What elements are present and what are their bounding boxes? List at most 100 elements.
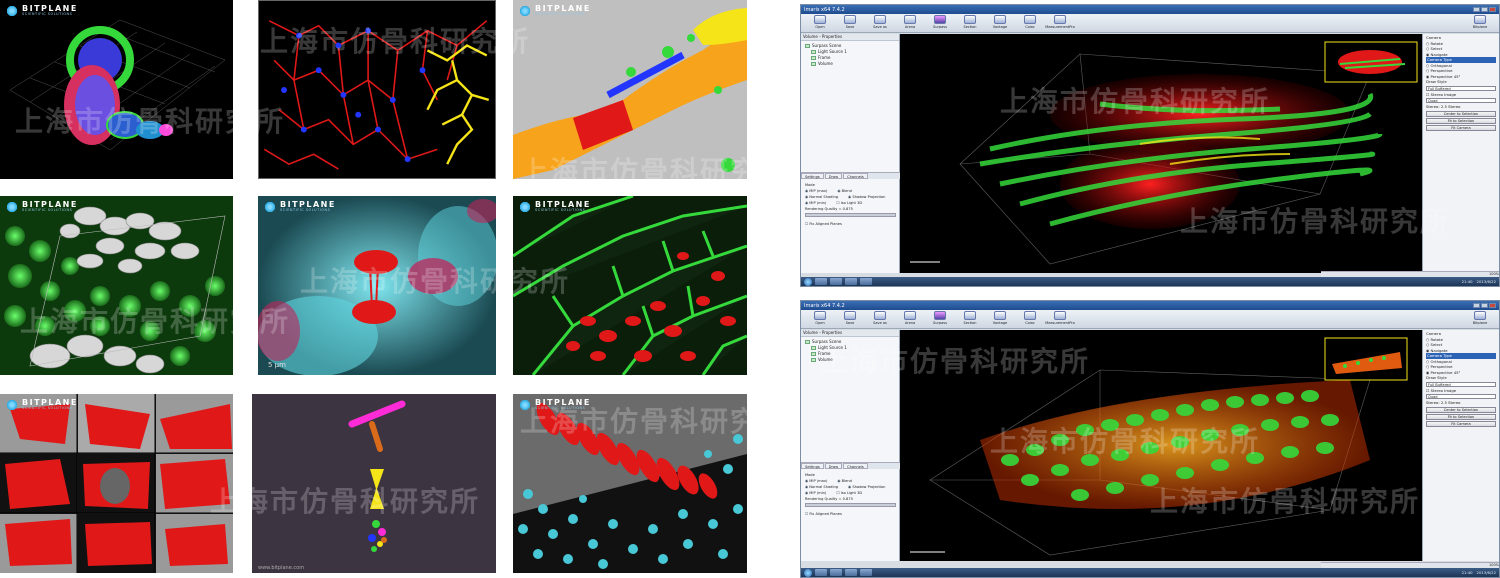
windows-taskbar: 21:40 2013/6/22 — [801, 277, 1499, 286]
arena-icon — [904, 311, 916, 320]
bitplane-button[interactable]: Bitplane — [1467, 15, 1493, 32]
maximize-button[interactable] — [1481, 7, 1488, 12]
bitplane-button[interactable]: Bitplane — [1467, 311, 1493, 328]
surpass-button[interactable]: Surpass — [927, 311, 953, 328]
arena-icon — [904, 15, 916, 24]
taskbar-app-icon[interactable] — [845, 569, 857, 576]
section-button[interactable]: Section — [957, 311, 983, 328]
save-as-button[interactable]: Save as — [867, 15, 893, 32]
tab-channels[interactable]: Channels — [843, 463, 868, 469]
fit-to-selection-button[interactable]: Fit to Selection — [1426, 413, 1496, 420]
brand-tagline: SCIENTIFIC SOLUTIONS — [535, 208, 586, 213]
bitplane-logo: BITPLANE SCIENTIFIC SOLUTIONS — [519, 201, 591, 213]
tab-draw[interactable]: Draw — [824, 173, 843, 179]
taskbar-app-icon[interactable] — [860, 278, 872, 285]
render-viewport[interactable] — [900, 330, 1422, 561]
arena-button[interactable]: Arena — [897, 311, 923, 328]
vantage-button[interactable]: Vantage — [987, 15, 1013, 32]
taskbar-app-icon[interactable] — [830, 569, 842, 576]
minimize-button[interactable] — [1473, 303, 1480, 308]
tree-item-volume[interactable]: Volume — [805, 61, 895, 67]
tree-item-volume[interactable]: Volume — [805, 357, 895, 363]
volume-render — [910, 41, 1418, 265]
draw-style-select[interactable]: Full Buffered — [1426, 381, 1496, 387]
gallery-tile-nuclei-cyan: BITPLANE SCIENTIFIC SOLUTIONS — [513, 394, 747, 573]
tab-draw[interactable]: Draw — [824, 463, 843, 469]
fix-aligned-planes-checkbox[interactable]: Fix Aligned Planes — [805, 221, 896, 227]
fit-camera-button[interactable]: Fit Camera — [1426, 124, 1496, 131]
stereo-select[interactable]: Quad — [1426, 98, 1496, 103]
bitplane-logo-icon — [6, 399, 18, 411]
coloc-button[interactable]: Coloc — [1017, 15, 1043, 32]
fit-to-selection-button[interactable]: Fit to Selection — [1426, 117, 1496, 124]
start-button[interactable] — [804, 568, 812, 577]
scene-panel: Volume - Properties Surpass Scene Light … — [801, 34, 900, 273]
section-button[interactable]: Section — [957, 15, 983, 32]
stereo-select[interactable]: Quad — [1426, 394, 1496, 399]
window-title: Imaris x64 7.4.2 — [804, 6, 845, 13]
render-viewport[interactable] — [900, 34, 1422, 273]
taskbar-app-icon[interactable] — [830, 278, 842, 285]
taskbar-app-icon[interactable] — [815, 278, 827, 285]
folder-icon — [814, 311, 826, 320]
cell-division-render — [258, 196, 496, 375]
tile-corner-caption: www.bitplane.com — [258, 565, 305, 571]
draw-style-select[interactable]: Full Buffered — [1426, 85, 1496, 91]
coloc-button[interactable]: Coloc — [1017, 311, 1043, 328]
save-as-button[interactable]: Save as — [867, 311, 893, 328]
tab-channels[interactable]: Channels — [843, 173, 868, 179]
arena-button[interactable]: Arena — [897, 15, 923, 32]
taskbar-app-icon[interactable] — [845, 278, 857, 285]
tab-settings[interactable]: Settings — [801, 463, 824, 469]
taskbar-app-icon[interactable] — [815, 569, 827, 576]
save-button[interactable]: Save — [837, 15, 863, 32]
measurementpro-button[interactable]: MeasurementPro — [1045, 311, 1075, 328]
save-button[interactable]: Save — [837, 311, 863, 328]
camera-panel: Camera Rotate Select Navigate Camera Typ… — [1422, 34, 1499, 273]
surpass-icon — [934, 311, 946, 320]
close-button[interactable] — [1489, 303, 1496, 308]
bitplane-icon — [1474, 311, 1486, 320]
fit-camera-button[interactable]: Fit Camera — [1426, 420, 1496, 427]
open-button[interactable]: Open — [807, 15, 833, 32]
volume-render — [910, 337, 1408, 556]
quality-slider[interactable] — [805, 213, 896, 217]
maximize-button[interactable] — [1481, 303, 1488, 308]
gallery-tile-filament-network — [258, 0, 496, 179]
disk-icon — [844, 311, 856, 320]
bitplane-logo: BITPLANE SCIENTIFIC SOLUTIONS — [6, 5, 78, 17]
close-button[interactable] — [1489, 7, 1496, 12]
bitplane-logo: BITPLANE SCIENTIFIC SOLUTIONS — [519, 399, 591, 411]
rendering-quality: Rendering Quality = 0.875 — [805, 207, 853, 211]
window-titlebar: Imaris x64 7.4.2 — [801, 301, 1499, 310]
quality-slider[interactable] — [805, 503, 896, 507]
clock-date: 2013/6/22 — [1476, 279, 1496, 284]
minimize-button[interactable] — [1473, 7, 1480, 12]
taskbar-app-icon[interactable] — [860, 569, 872, 576]
vantage-icon — [994, 15, 1006, 24]
coloc-icon — [1024, 311, 1036, 320]
clock-date: 2013/6/22 — [1476, 570, 1496, 575]
center-to-selection-button[interactable]: Center to Selection — [1426, 406, 1496, 413]
checkbox-icon — [811, 358, 816, 362]
draw-style-label: Draw Style — [1426, 79, 1447, 84]
filament-render — [263, 20, 490, 170]
tissue-render — [513, 196, 747, 375]
open-button[interactable]: Open — [807, 311, 833, 328]
start-button[interactable] — [804, 277, 812, 286]
measurementpro-button[interactable]: MeasurementPro — [1045, 15, 1075, 32]
scene-icon — [805, 340, 810, 344]
system-tray: 21:40 2013/6/22 — [1462, 279, 1496, 284]
bitplane-logo-icon — [264, 201, 276, 213]
fix-aligned-planes-checkbox[interactable]: Fix Aligned Planes — [805, 511, 896, 517]
tab-settings[interactable]: Settings — [801, 173, 824, 179]
stereo-checkbox[interactable]: Stereo Image — [1426, 92, 1496, 98]
surface-grid-render — [0, 394, 233, 573]
vantage-button[interactable]: Vantage — [987, 311, 1013, 328]
brand-tagline: SCIENTIFIC SOLUTIONS — [280, 208, 331, 213]
stereo-checkbox[interactable]: Stereo Image — [1426, 388, 1496, 394]
gallery-tile-spots-green: BITPLANE SCIENTIFIC SOLUTIONS — [0, 196, 233, 375]
disk-icon — [874, 311, 886, 320]
surpass-button[interactable]: Surpass — [927, 15, 953, 32]
center-to-selection-button[interactable]: Center to Selection — [1426, 110, 1496, 117]
